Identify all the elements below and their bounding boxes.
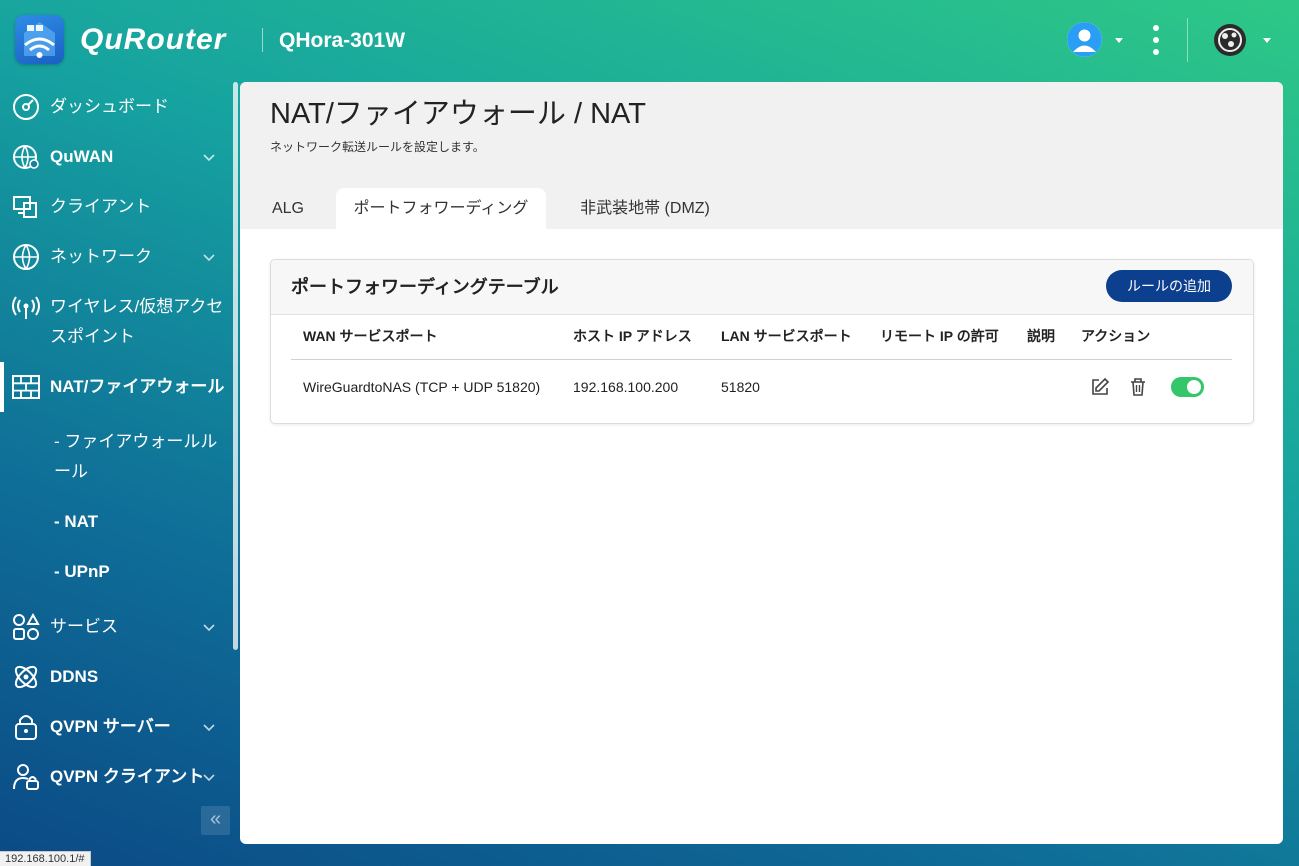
app-header: QuRouter QHora-301W [0,0,1299,82]
cell-host-ip: 192.168.100.200 [573,379,679,395]
status-bar-url: 192.168.100.1/# [0,851,91,866]
sidebar-item-label: NAT/ファイアウォール [50,377,225,396]
page-header: NAT/ファイアウォール / NAT ネットワーク転送ルールを設定します。 AL… [240,82,1283,229]
sidebar: ダッシュボード QuWAN クライアント ネットワーク ワイヤレス/仮想アクセ … [0,82,232,866]
card-header: ポートフォワーディングテーブル ルールの追加 [271,260,1253,315]
tab-port-forwarding[interactable]: ポートフォワーディング [336,188,546,229]
tab-alg[interactable]: ALG [258,188,318,229]
page-title: NAT/ファイアウォール / NAT [270,98,646,130]
more-options-icon[interactable] [1148,25,1164,55]
sidebar-subitem-nat[interactable]: - NAT [54,507,98,537]
table-header-divider [291,359,1232,360]
user-menu-chevron-down-icon[interactable] [1115,38,1123,43]
column-header-host-ip[interactable]: ホスト IP アドレス [573,326,692,346]
sidebar-item-label-line1: ワイヤレス/仮想アクセ [50,297,224,316]
globe-location-icon[interactable] [1214,24,1246,56]
ddns-atom-icon [14,665,38,689]
sidebar-item-label: クライアント [50,197,152,216]
column-header-action: アクション [1081,328,1151,344]
sidebar-item-label: ネットワーク [50,247,152,266]
sidebar-item-label: QuWAN [50,147,114,166]
sidebar-subitem-label-line1: - ファイアウォールル [54,432,218,451]
sidebar-item-services[interactable]: サービス [0,611,232,643]
lock-icon [15,715,37,740]
dashboard-icon [13,94,39,120]
sidebar-item-nat-firewall[interactable]: NAT/ファイアウォール [0,371,232,403]
sidebar-scrollbar[interactable] [233,82,238,650]
sidebar-subitem-label-line2: ール [54,462,88,481]
sidebar-item-label: QVPN クライアント [50,767,205,786]
chevron-down-icon [203,624,215,632]
rule-enabled-toggle[interactable] [1171,377,1204,397]
trash-icon[interactable] [1127,376,1149,398]
network-globe-icon [13,244,39,270]
header-divider [1187,18,1188,62]
device-name: QHora-301W [279,29,406,52]
sidebar-item-label: ダッシュボード [50,97,169,116]
sidebar-item-qvpn-server[interactable]: QVPN サーバー [0,711,232,743]
tab-dmz[interactable]: 非武装地帯 (DMZ) [565,188,725,229]
card-title: ポートフォワーディングテーブル [291,277,559,297]
column-header-lan-port[interactable]: LAN サービスポート [721,326,852,346]
sidebar-item-network[interactable]: ネットワーク [0,241,232,273]
sidebar-item-dashboard[interactable]: ダッシュボード [0,91,232,123]
user-lock-icon [13,764,39,790]
page-description: ネットワーク転送ルールを設定します。 [270,140,485,154]
sidebar-item-quwan[interactable]: QuWAN [0,141,232,173]
edit-icon[interactable] [1089,376,1111,398]
wireless-antenna-icon [12,296,40,319]
sidebar-subitem-upnp[interactable]: - UPnP [54,557,110,587]
sidebar-item-label: サービス [50,617,118,636]
port-forwarding-card: ポートフォワーディングテーブル ルールの追加 WAN サービスポート ホスト I… [270,259,1254,424]
column-header-wan-port[interactable]: WAN サービスポート [303,326,438,346]
chevron-down-icon [203,154,215,162]
brand-divider [262,28,263,52]
chevron-down-icon [203,774,215,782]
column-header-description[interactable]: 説明 [1027,326,1055,346]
firewall-brick-icon [12,375,40,399]
app-logo-icon[interactable] [15,15,64,64]
sidebar-item-label-line2: スポイント [50,327,135,346]
quwan-globe-icon [13,145,39,169]
sidebar-item-ddns[interactable]: DDNS [0,661,232,693]
cell-lan-port: 51820 [721,379,760,395]
sidebar-item-label: QVPN サーバー [50,717,171,736]
cell-wan-port: WireGuardtoNAS (TCP + UDP 51820) [303,379,541,395]
brand-logo: QuRouter [80,23,227,56]
sidebar-item-clients[interactable]: クライアント [0,191,232,223]
clients-devices-icon [13,196,37,218]
services-shapes-icon [13,612,40,640]
main-panel: NAT/ファイアウォール / NAT ネットワーク転送ルールを設定します。 AL… [240,82,1283,844]
collapse-sidebar-button[interactable]: « [201,806,230,835]
add-rule-button[interactable]: ルールの追加 [1106,270,1232,302]
sidebar-item-wireless[interactable]: ワイヤレス/仮想アクセ スポイント [0,291,232,353]
toggle-knob [1187,380,1201,394]
column-header-remote-ip[interactable]: リモート IP の許可 [880,326,999,346]
sidebar-item-label: DDNS [50,667,99,686]
user-avatar-icon[interactable] [1067,22,1102,57]
chevron-down-icon [203,724,215,732]
chevron-down-icon [203,254,215,262]
sidebar-item-qvpn-client[interactable]: QVPN クライアント [0,761,232,793]
region-menu-chevron-down-icon[interactable] [1263,38,1271,43]
